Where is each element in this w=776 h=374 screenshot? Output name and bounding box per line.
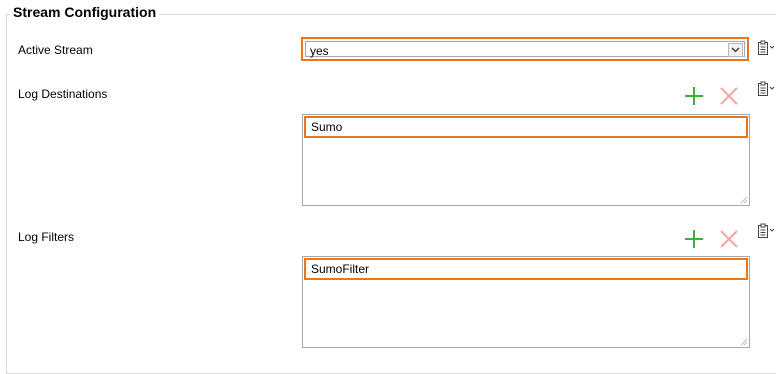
x-icon — [720, 230, 738, 248]
x-icon — [720, 87, 738, 105]
chevron-down-icon[interactable] — [728, 43, 743, 57]
list-item[interactable]: Sumo — [304, 116, 748, 138]
clipboard-icon[interactable] — [757, 40, 775, 56]
add-filter-button[interactable] — [684, 229, 704, 249]
resize-grip-icon[interactable] — [739, 337, 748, 346]
list-item-text: Sumo — [311, 120, 343, 134]
list-item-text: SumoFilter — [311, 262, 370, 276]
log-filters-list[interactable]: SumoFilter — [302, 256, 750, 348]
remove-destination-button[interactable] — [719, 86, 739, 106]
log-filters-label: Log Filters — [18, 230, 75, 244]
resize-grip-icon[interactable] — [739, 195, 748, 204]
active-stream-label: Active Stream — [18, 43, 93, 57]
add-destination-button[interactable] — [684, 86, 704, 106]
log-destinations-label: Log Destinations — [18, 87, 108, 101]
list-item[interactable]: SumoFilter — [304, 258, 748, 280]
plus-icon — [685, 230, 703, 248]
group-title: Stream Configuration — [10, 4, 160, 20]
active-stream-value: yes — [310, 44, 329, 58]
active-stream-select[interactable]: yes — [301, 37, 749, 61]
clipboard-icon[interactable] — [757, 81, 775, 97]
log-destinations-list[interactable]: Sumo — [302, 114, 750, 206]
clipboard-icon[interactable] — [757, 223, 775, 239]
plus-icon — [685, 87, 703, 105]
remove-filter-button[interactable] — [719, 229, 739, 249]
